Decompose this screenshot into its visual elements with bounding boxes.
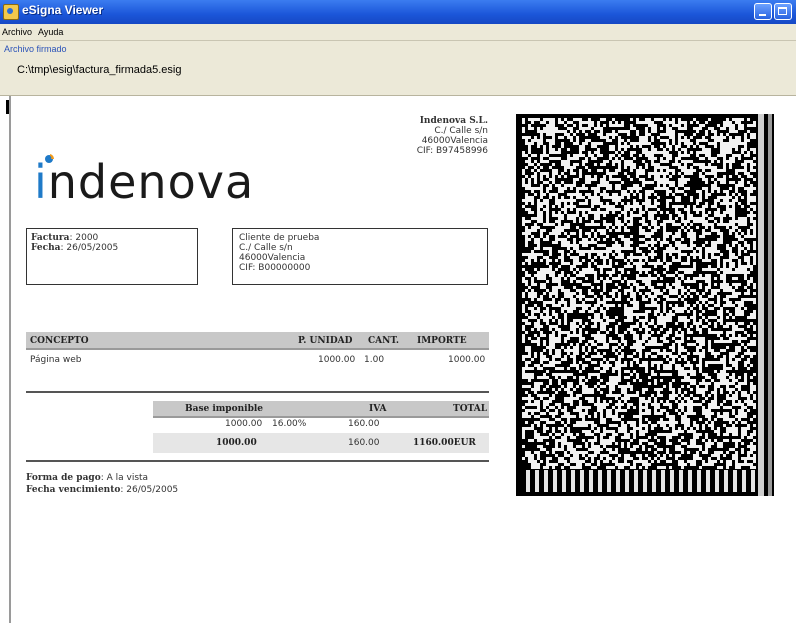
client-cif: CIF: B00000000 [239, 263, 311, 273]
vencimiento-value: : 26/05/2005 [120, 485, 179, 495]
row-concepto: Página web [30, 355, 82, 365]
signed-file-label: Archivo firmado [4, 44, 67, 54]
forma-pago-value: : A la vista [100, 473, 149, 483]
menu-bar: Archivo Ayuda [0, 24, 796, 41]
summary-base-label: Base imponible [185, 404, 264, 414]
row-cant: 1.00 [364, 355, 385, 365]
summary-total-amount: 1160.00EUR [413, 438, 476, 448]
barcode-image [516, 114, 774, 496]
summary-iva-pct: 16.00% [272, 419, 307, 429]
client-city: 46000Valencia [239, 253, 306, 263]
app-icon [3, 4, 19, 20]
fecha-value: : 26/05/2005 [60, 243, 119, 253]
company-address: C./ Calle s/n [434, 126, 488, 136]
company-city: 46000Valencia [421, 136, 488, 146]
summary-total-label: TOTAL [453, 404, 488, 414]
summary-total-base: 1000.00 [216, 438, 257, 448]
summary-iva-value: 160.00 [348, 419, 380, 429]
logo-wordmark: ndenova [47, 155, 255, 209]
indenova-logo: indenova [34, 155, 254, 209]
payment-info: Forma de pago: A la vista Fecha vencimie… [26, 472, 178, 496]
items-table-header: CONCEPTO P. UNIDAD CANT. IMPORTE [26, 332, 489, 350]
logo-letter-i: i [34, 155, 48, 209]
title-bar: eSigna Viewer [0, 0, 796, 24]
factura-label: Factura [31, 233, 70, 243]
summary-header: Base imponible IVA TOTAL [153, 401, 489, 418]
row-importe: 1000.00 [448, 355, 486, 365]
menu-archivo[interactable]: Archivo [2, 27, 32, 37]
maximize-button[interactable] [774, 3, 792, 20]
summary-total-iva: 160.00 [348, 438, 380, 448]
col-p-unidad: P. UNIDAD [298, 336, 353, 346]
file-info-panel: Archivo firmado C:\tmp\esig\factura_firm… [0, 41, 796, 96]
minimize-button[interactable] [754, 3, 772, 20]
row-unidad: 1000.00 [318, 355, 356, 365]
col-concepto: CONCEPTO [30, 336, 89, 346]
col-importe: IMPORTE [417, 336, 467, 346]
menu-ayuda[interactable]: Ayuda [38, 27, 63, 37]
viewer-marker [6, 100, 9, 114]
forma-pago-label: Forma de pago [26, 473, 101, 483]
col-cant: CANT. [368, 336, 400, 346]
client-name: Cliente de prueba [239, 233, 320, 243]
client-address: C./ Calle s/n [239, 243, 293, 253]
client-box: Cliente de prueba C./ Calle s/n 46000Val… [232, 228, 488, 285]
fecha-label: Fecha [31, 243, 61, 253]
summary-total-row: 1000.00 160.00 1160.00EUR [153, 433, 489, 453]
company-info: Indenova S.L. C./ Calle s/n 46000Valenci… [370, 116, 488, 156]
summary-iva-label: IVA [369, 404, 387, 414]
signature-barcode [516, 114, 774, 496]
vencimiento-label: Fecha vencimiento [26, 485, 121, 495]
viewer-left-border [9, 96, 11, 623]
file-path: C:\tmp\esig\factura_firmada5.esig [17, 64, 182, 76]
window-title: eSigna Viewer [22, 3, 104, 17]
company-cif: CIF: B97458996 [416, 146, 488, 156]
company-name: Indenova S.L. [419, 116, 488, 126]
summary-base-value: 1000.00 [225, 419, 263, 429]
divider-bottom [26, 460, 489, 462]
factura-value: : 2000 [69, 233, 99, 243]
invoice-box: Factura: 2000 Fecha: 26/05/2005 [26, 228, 198, 285]
divider-top [26, 391, 489, 393]
